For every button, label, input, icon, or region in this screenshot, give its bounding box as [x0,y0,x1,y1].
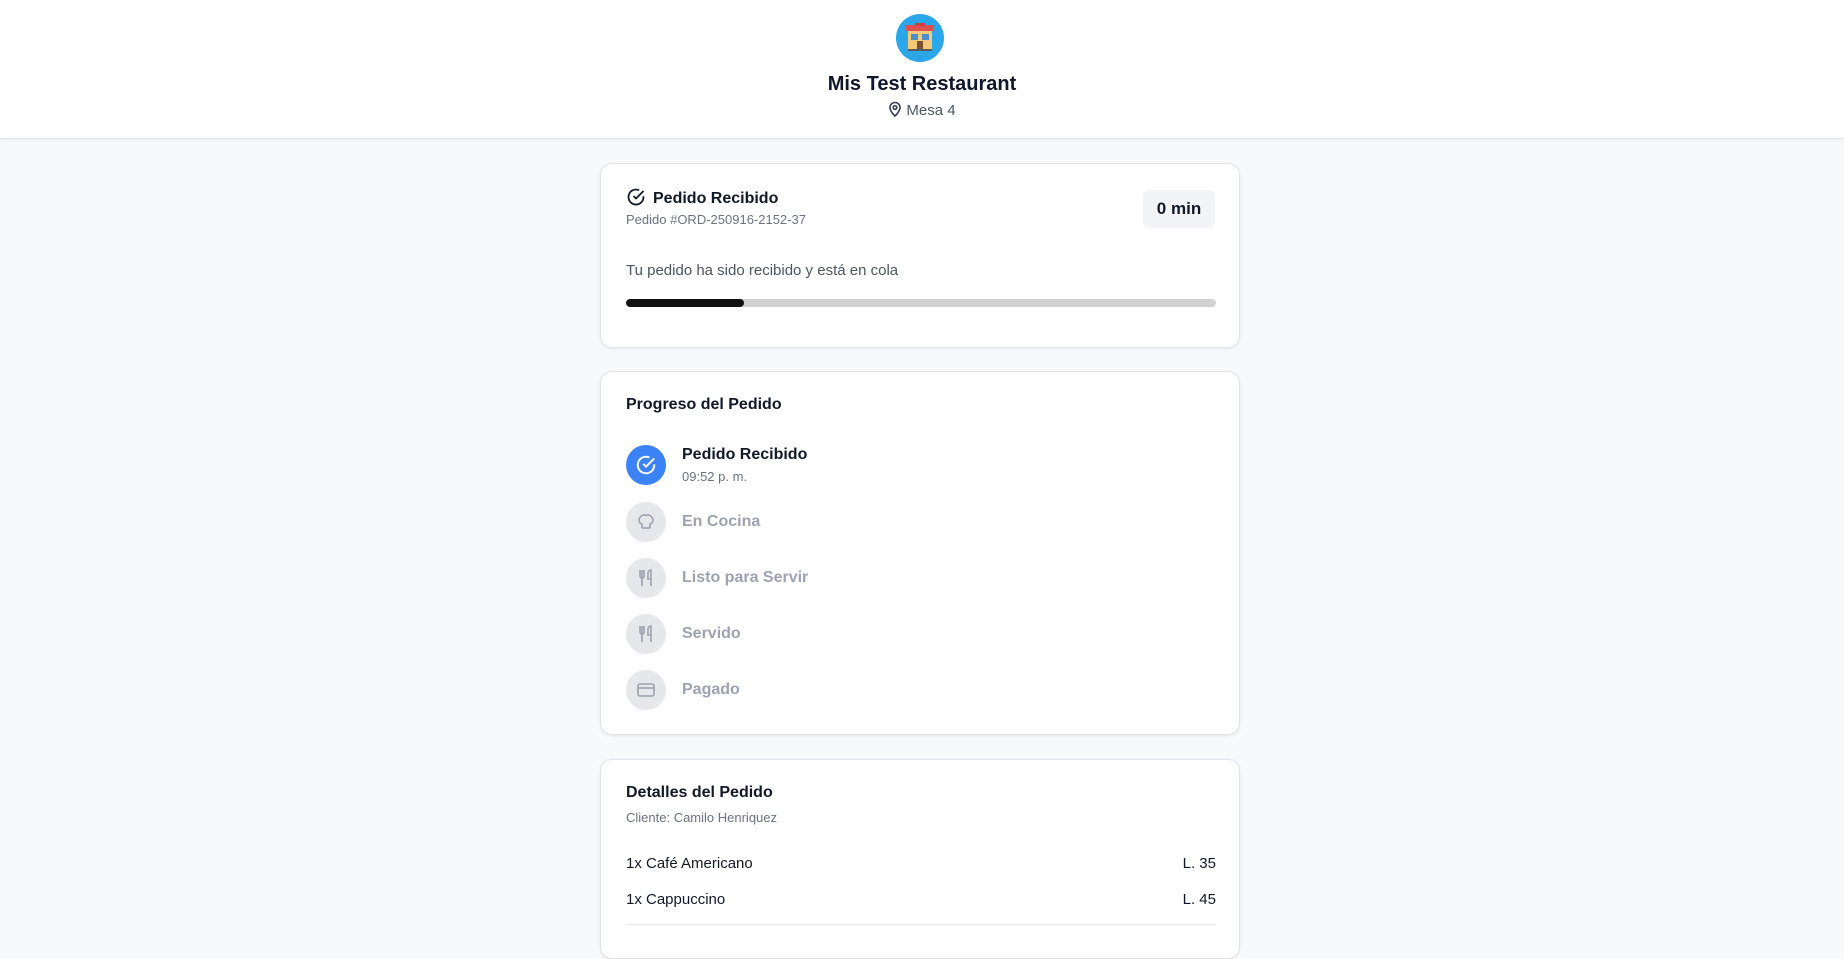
item-price: L. 35 [1182,855,1216,872]
status-title: Pedido Recibido [626,187,779,212]
app-header: Mis Test Restaurant Mesa 4 [0,0,1844,139]
step-label: Pagado [682,681,740,698]
table-indicator: Mesa 4 [0,101,1844,121]
list-item: 1x Café Americano L. 35 [626,855,1216,875]
table-label: Mesa 4 [906,102,956,119]
check-circle-icon [626,187,653,212]
divider [626,924,1216,925]
step-label: Servido [682,625,741,642]
order-details-card: Detalles del Pedido Cliente: Camilo Henr… [600,759,1240,959]
status-description: Tu pedido ha sido recibido y está en col… [626,262,899,279]
order-progress-fill [626,299,744,307]
store-icon [896,14,944,62]
restaurant-name: Mis Test Restaurant [827,73,1017,95]
utensils-icon [626,558,666,598]
credit-card-icon [626,670,666,710]
step-label: Listo para Servir [682,569,809,586]
step-time: 09:52 p. m. [682,469,748,484]
status-title-text: Pedido Recibido [653,190,779,207]
details-heading: Detalles del Pedido [626,784,773,801]
order-status-card: Pedido Recibido Pedido #ORD-250916-2152-… [600,163,1240,348]
order-progress-card: Progreso del Pedido Pedido Recibido 09:5… [600,371,1240,735]
step-received: Pedido Recibido 09:52 p. m. [626,445,1216,485]
step-label: Pedido Recibido [682,446,808,463]
step-served: Servido [626,614,1216,654]
item-name: 1x Cappuccino [626,891,726,908]
list-item: 1x Cappuccino L. 45 [626,891,1216,911]
item-name: 1x Café Americano [626,855,753,872]
utensils-icon [626,614,666,654]
check-circle-icon [626,445,666,485]
chef-hat-icon [626,502,666,542]
step-label: En Cocina [682,513,761,530]
elapsed-time-badge: 0 min [1143,190,1215,228]
step-paid: Pagado [626,670,1216,710]
order-number: Pedido #ORD-250916-2152-37 [626,212,806,227]
order-progress-bar [626,299,1216,307]
step-ready: Listo para Servir [626,558,1216,598]
customer-name: Cliente: Camilo Henriquez [626,810,778,825]
map-pin-icon [888,101,902,121]
item-price: L. 45 [1182,891,1216,908]
progress-heading: Progreso del Pedido [626,396,782,413]
step-kitchen: En Cocina [626,502,1216,542]
